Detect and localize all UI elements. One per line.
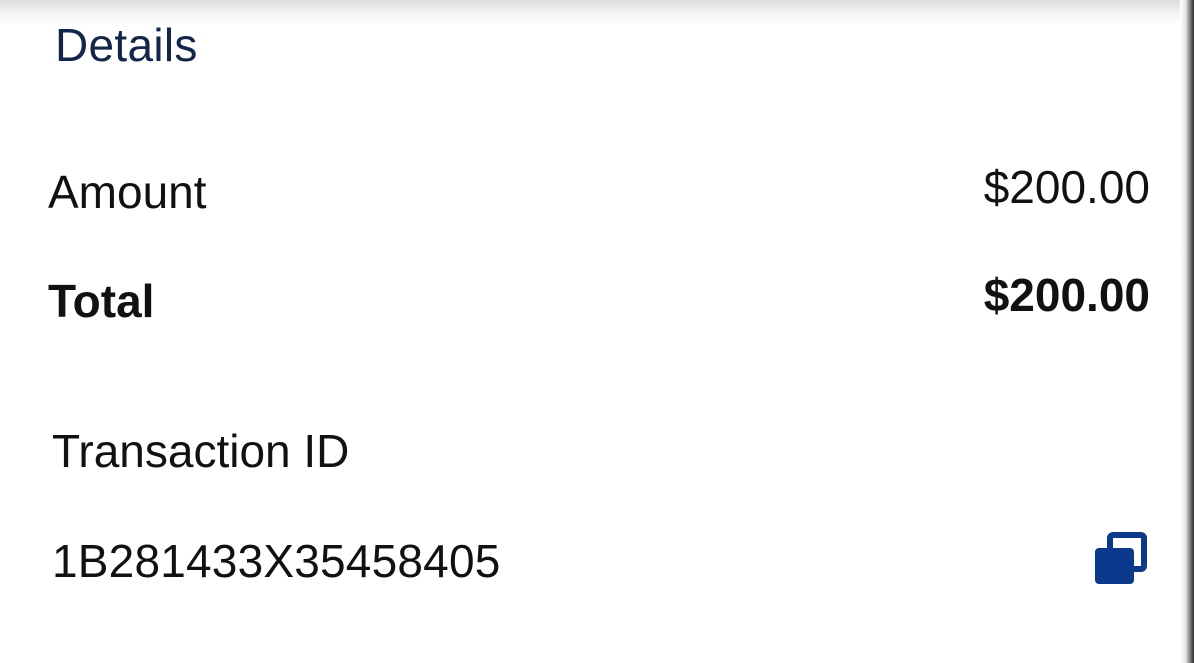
total-label: Total xyxy=(48,275,155,327)
transaction-details-screen: Details Amount $200.00 Total $200.00 Tra… xyxy=(0,0,1194,663)
amount-label: Amount xyxy=(48,166,207,218)
right-edge-shadow xyxy=(1180,0,1194,663)
amount-value: $200.00 xyxy=(983,161,1150,213)
total-value: $200.00 xyxy=(983,269,1150,321)
transaction-id-value: 1B281433X35458405 xyxy=(52,535,501,587)
copy-transaction-id-button[interactable] xyxy=(1090,530,1150,590)
details-heading: Details xyxy=(55,19,198,71)
copy-icon xyxy=(1095,532,1147,584)
transaction-id-label: Transaction ID xyxy=(52,425,350,477)
